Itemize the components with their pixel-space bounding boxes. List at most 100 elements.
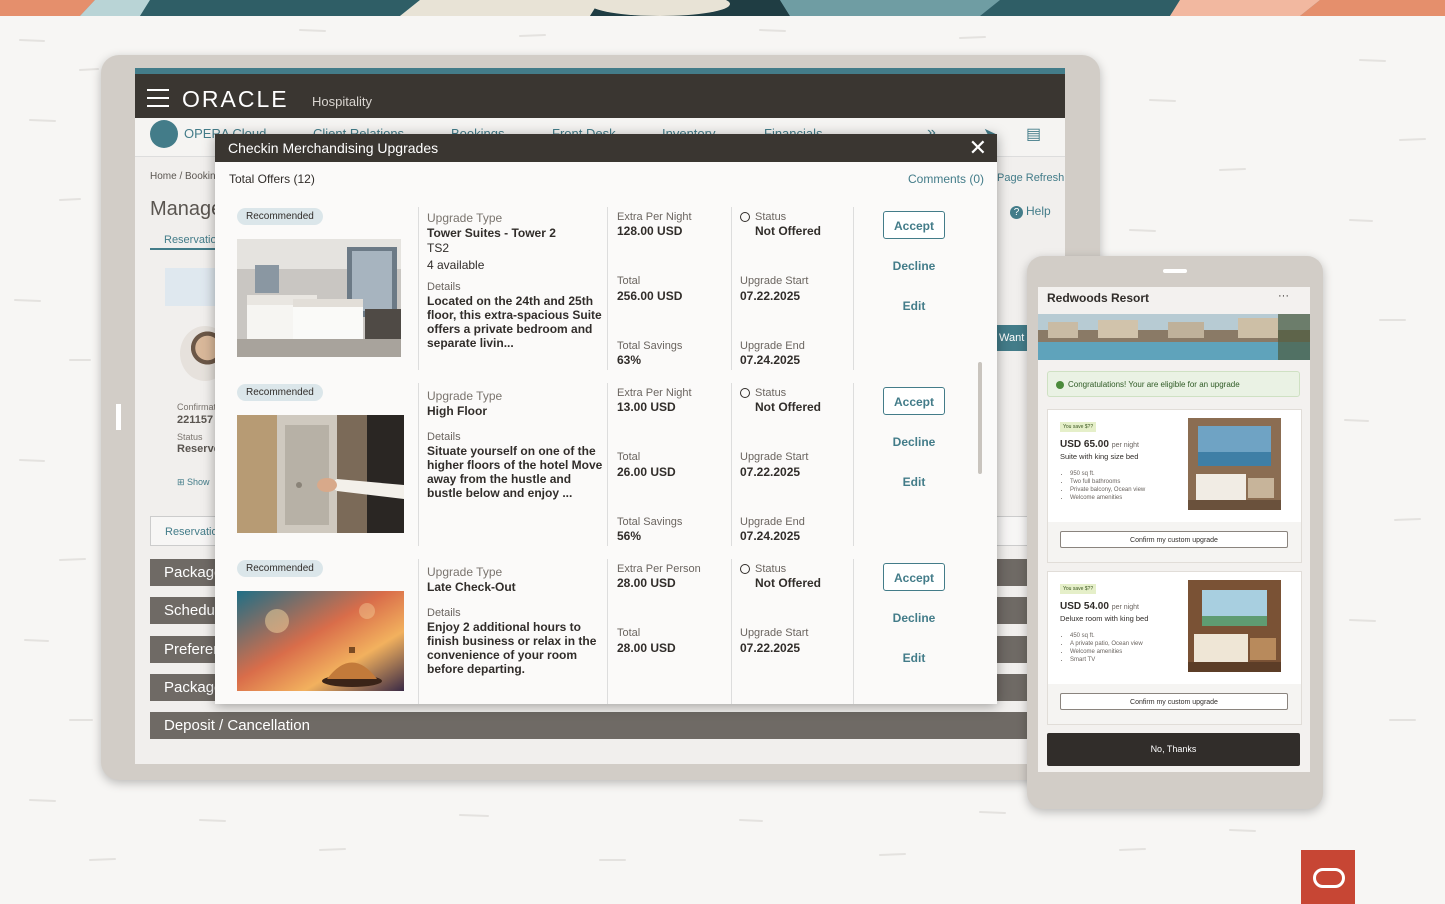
column-divider — [418, 383, 419, 546]
top-banner-artwork — [0, 0, 1445, 16]
upgrade-end-label: Upgrade End — [740, 516, 805, 528]
decline-button[interactable]: Decline — [883, 435, 945, 449]
offer-price: USD 54.00 per night — [1060, 601, 1139, 612]
offer-row: Recommended Upgrade Type High Floor Deta… — [229, 377, 977, 554]
status-radio-icon[interactable] — [740, 564, 750, 575]
suite-room-image — [237, 239, 401, 357]
breadcrumb[interactable]: Home / Booking — [150, 171, 221, 182]
opera-cloud-icon[interactable] — [150, 120, 178, 148]
status-label: Status — [740, 211, 786, 223]
confirm-upgrade-button[interactable]: Confirm my custom upgrade — [1060, 531, 1288, 548]
suite-photo — [1188, 418, 1281, 510]
upgrade-end-value: 07.24.2025 — [740, 529, 801, 543]
upgrade-type-label: Upgrade Type — [427, 389, 503, 403]
price-value: 28.00 USD — [617, 576, 676, 590]
show-more-link[interactable]: ⊞ Show — [177, 477, 210, 488]
more-options-icon[interactable]: ··· — [1278, 290, 1289, 302]
price-label: Extra Per Night — [617, 211, 692, 223]
total-label: Total — [617, 451, 641, 463]
edit-button[interactable]: Edit — [883, 475, 945, 489]
upgrade-start-value: 07.22.2025 — [740, 289, 801, 303]
savings-label: Total Savings — [617, 516, 683, 528]
upgrade-type-value: Tower Suites - Tower 2 — [427, 226, 556, 240]
room-code: TS2 — [427, 241, 450, 255]
details-text: Enjoy 2 additional hours to finish busin… — [427, 620, 597, 676]
price-unit: per night — [1111, 604, 1139, 611]
column-divider — [607, 383, 608, 546]
recommended-badge: Recommended — [237, 384, 323, 401]
savings-label: Total Savings — [617, 340, 683, 352]
status-label: Status — [177, 432, 203, 442]
upgrade-start-value: 07.22.2025 — [740, 641, 801, 655]
availability: 4 available — [427, 258, 485, 272]
dialog-title: Checkin Merchandising Upgrades — [228, 140, 439, 156]
status-radio-icon[interactable] — [740, 212, 750, 223]
feature-item: Smart TV — [1070, 656, 1143, 664]
dialog-scrollbar[interactable] — [978, 194, 983, 694]
feature-item: Welcome amenities — [1070, 648, 1143, 656]
status-value: Not Offered — [755, 224, 821, 238]
column-divider — [418, 559, 419, 704]
upgrade-end-label: Upgrade End — [740, 340, 805, 352]
edit-button[interactable]: Edit — [883, 651, 945, 665]
edit-button[interactable]: Edit — [883, 299, 945, 313]
confirm-upgrade-button[interactable]: Confirm my custom upgrade — [1060, 693, 1288, 710]
savings-value: 63% — [617, 353, 642, 367]
app-header: ORACLE Hospitality — [135, 68, 1065, 118]
feature-item: A private patio, Ocean view — [1070, 640, 1143, 648]
upgrade-offer-card: You save $?? USD 54.00 per night Deluxe … — [1047, 571, 1302, 725]
column-divider — [731, 383, 732, 546]
no-thanks-button[interactable]: No, Thanks — [1047, 733, 1300, 766]
savings-badge: You save $?? — [1060, 422, 1097, 432]
decline-button[interactable]: Decline — [883, 611, 945, 625]
scrollbar-thumb[interactable] — [978, 362, 982, 474]
upgrade-type-label: Upgrade Type — [427, 211, 503, 225]
feature-item: Private balcony, Ocean view — [1070, 486, 1145, 494]
column-divider — [853, 383, 854, 546]
offer-price: USD 65.00 per night — [1060, 439, 1139, 450]
confirmation-value: 221157 — [177, 414, 214, 426]
price-label: Extra Per Night — [617, 387, 692, 399]
page-refresh-link[interactable]: Page Refresh — [997, 172, 1064, 184]
accept-button[interactable]: Accept — [883, 211, 945, 239]
upgrade-start-label: Upgrade Start — [740, 627, 809, 639]
recommended-badge: Recommended — [237, 560, 323, 577]
eligibility-banner: Congratulations! Your are eligible for a… — [1047, 371, 1300, 397]
oracle-o-icon — [1313, 868, 1345, 888]
resort-hero-image — [1038, 314, 1310, 360]
price-amount: USD 54.00 — [1060, 601, 1109, 612]
upgrade-type-value: High Floor — [427, 404, 487, 418]
total-offers: Total Offers (12) — [229, 172, 315, 186]
column-divider — [853, 207, 854, 370]
hamburger-menu-icon[interactable] — [147, 89, 169, 107]
comments-link[interactable]: Comments (0) — [908, 172, 984, 186]
total-value: 28.00 USD — [617, 641, 676, 655]
messages-icon[interactable]: ▤ — [1026, 124, 1041, 144]
feature-item: 450 sq ft. — [1070, 632, 1143, 640]
details-label: Details — [427, 431, 461, 443]
column-divider — [731, 559, 732, 704]
price-value: 128.00 USD — [617, 224, 683, 238]
room-description: Suite with king size bed — [1060, 452, 1139, 461]
tablet-side-button — [116, 404, 121, 430]
decline-button[interactable]: Decline — [883, 259, 945, 273]
price-unit: per night — [1111, 442, 1139, 449]
upgrade-end-value: 07.24.2025 — [740, 353, 801, 367]
status-label-text: Status — [755, 387, 787, 399]
resort-title: Redwoods Resort — [1047, 291, 1150, 305]
offer-row: Recommended Upgrade Type Late Check-Out … — [229, 553, 977, 704]
status-value: Not Offered — [755, 576, 821, 590]
accept-button[interactable]: Accept — [883, 563, 945, 591]
eligibility-message: Congratulations! Your are eligible for a… — [1068, 380, 1240, 389]
help-link[interactable]: ? Help — [1010, 204, 1051, 219]
status-radio-icon[interactable] — [740, 388, 750, 399]
section-deposit-cancellation[interactable]: Deposit / Cancellation — [150, 712, 1050, 739]
price-amount: USD 65.00 — [1060, 439, 1109, 450]
close-icon[interactable]: ✕ — [969, 136, 987, 160]
feature-list: 450 sq ft. A private patio, Ocean view W… — [1062, 632, 1143, 664]
upgrade-type-label: Upgrade Type — [427, 565, 503, 579]
accept-button[interactable]: Accept — [883, 387, 945, 415]
status-label-text: Status — [755, 563, 787, 575]
feature-list: 950 sq ft. Two full bathrooms Private ba… — [1062, 470, 1145, 502]
oracle-logo: ORACLE — [182, 86, 289, 112]
